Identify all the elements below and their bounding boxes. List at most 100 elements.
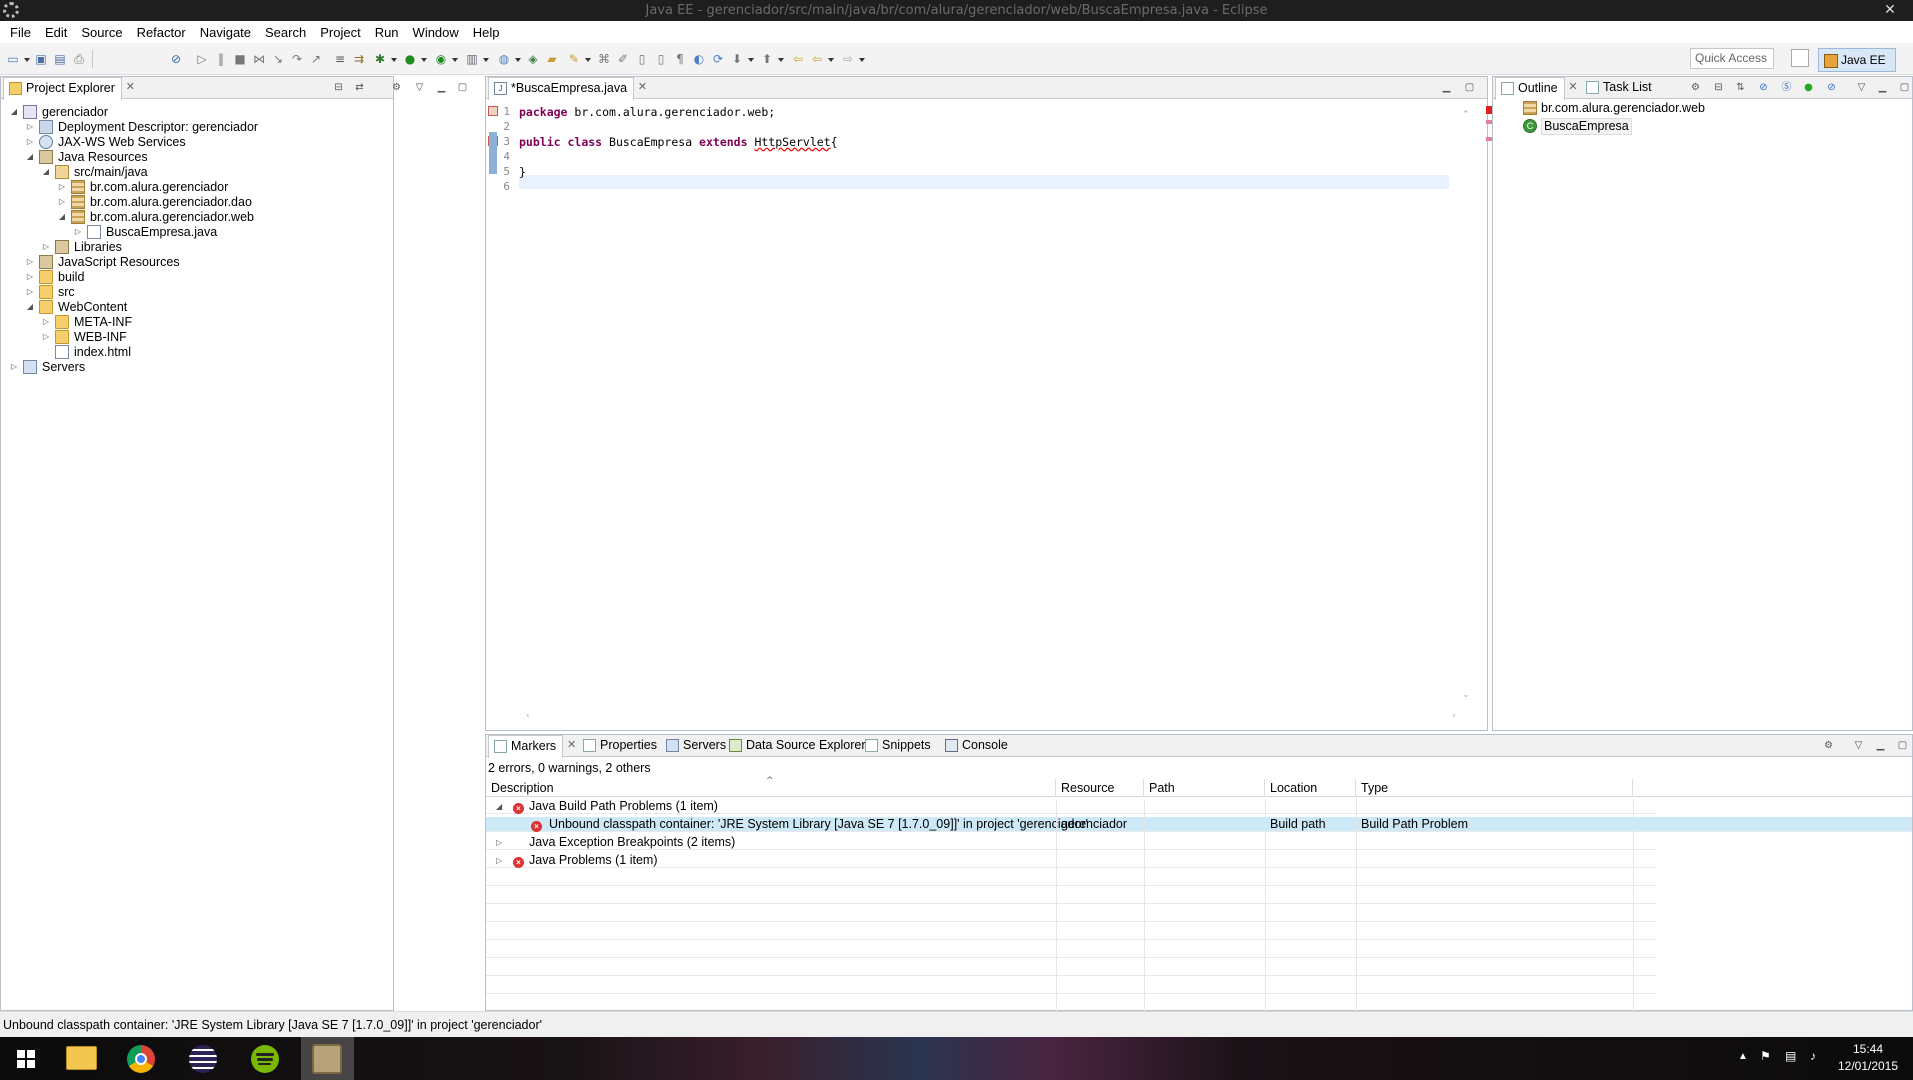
sort-icon[interactable]: ⇅ bbox=[1734, 81, 1747, 94]
tab-buscaempresa-java[interactable]: J *BuscaEmpresa.java ✕ bbox=[488, 77, 647, 100]
menu-file[interactable]: File bbox=[3, 25, 38, 40]
save-all-icon[interactable]: ▤ bbox=[52, 51, 68, 67]
clock-time[interactable]: 15:44 bbox=[1843, 1042, 1893, 1056]
expanded-twisty-icon[interactable]: ◢ bbox=[25, 298, 35, 316]
last-edit-location-icon[interactable]: ⇦ bbox=[790, 51, 806, 67]
external-tools-icon[interactable]: ◍ bbox=[496, 51, 521, 67]
minimize-icon[interactable]: ▁ bbox=[1874, 739, 1887, 752]
menu-window[interactable]: Window bbox=[406, 25, 466, 40]
close-icon[interactable]: ✕ bbox=[638, 80, 647, 93]
tab-markers[interactable]: Markers ✕ bbox=[488, 735, 576, 758]
tab-console[interactable]: Console bbox=[940, 735, 1014, 757]
show-whitespace-icon[interactable]: ¶ bbox=[672, 51, 688, 67]
collapsed-twisty-icon[interactable]: ▷ bbox=[496, 853, 502, 868]
back-icon[interactable]: ⇦ bbox=[809, 51, 834, 67]
link-with-editor-icon[interactable]: ⇄ bbox=[353, 81, 366, 94]
view-settings-icon[interactable]: ⚙ bbox=[1822, 739, 1835, 752]
menu-help[interactable]: Help bbox=[466, 25, 507, 40]
hide-local-types-icon[interactable]: ⊘ bbox=[1825, 81, 1838, 94]
column-header-location[interactable]: Location bbox=[1265, 779, 1356, 797]
taskbar-chrome[interactable] bbox=[116, 1037, 169, 1080]
action-center-flag-icon[interactable]: ⚑ bbox=[1760, 1049, 1771, 1063]
minimize-icon[interactable]: ▁ bbox=[1876, 81, 1889, 94]
use-step-filters-icon[interactable]: ⇉ bbox=[351, 51, 367, 67]
view-menu-icon[interactable]: ▽ bbox=[413, 81, 426, 94]
taskbar-java-ee-eclipse[interactable] bbox=[301, 1037, 354, 1080]
resume-icon[interactable]: ▷ bbox=[194, 51, 210, 67]
error-marker-icon[interactable] bbox=[488, 106, 498, 116]
expanded-twisty-icon[interactable]: ◢ bbox=[57, 208, 67, 226]
web-browser-icon[interactable]: ◐ bbox=[691, 51, 707, 67]
table-row[interactable]: ◢ × Java Build Path Problems (1 item) bbox=[486, 799, 1656, 817]
collapsed-twisty-icon[interactable]: ▷ bbox=[9, 358, 19, 376]
tab-project-explorer[interactable]: Project Explorer ✕ bbox=[3, 77, 135, 100]
menu-refactor[interactable]: Refactor bbox=[130, 25, 193, 40]
code-line[interactable]: } bbox=[519, 166, 526, 178]
tab-task-list[interactable]: Task List bbox=[1581, 77, 1658, 99]
annotation-icon[interactable]: ⌘ bbox=[596, 51, 612, 67]
open-type-icon[interactable]: ▰ bbox=[544, 51, 560, 67]
forward-icon[interactable]: ⇨ bbox=[840, 51, 865, 67]
menu-navigate[interactable]: Navigate bbox=[193, 25, 258, 40]
open-perspective-icon[interactable] bbox=[1791, 49, 1809, 67]
tab-snippets[interactable]: Snippets bbox=[860, 735, 937, 757]
tab-outline[interactable]: Outline ✕ bbox=[1495, 77, 1578, 100]
pen-icon[interactable]: ✐ bbox=[615, 51, 631, 67]
tab-data-source-explorer[interactable]: Data Source Explorer bbox=[724, 735, 872, 757]
close-icon[interactable]: ✕ bbox=[126, 80, 135, 93]
debug-icon[interactable]: ✱ bbox=[372, 51, 397, 67]
collapsed-twisty-icon[interactable]: ▷ bbox=[41, 328, 51, 346]
toggle-mark-icon[interactable]: ▯ bbox=[634, 51, 650, 67]
save-icon[interactable]: ▣ bbox=[33, 51, 49, 67]
code-editor[interactable]: 1 package br.com.alura.gerenciador.web; 2 3… bbox=[486, 100, 1494, 728]
column-header-path[interactable]: Path bbox=[1144, 779, 1265, 797]
hide-fields-icon[interactable]: ⊘ bbox=[1757, 81, 1770, 94]
drop-frame-icon[interactable]: ≡ bbox=[332, 51, 348, 67]
maximize-icon[interactable]: ▢ bbox=[456, 81, 469, 94]
close-icon[interactable]: ✕ bbox=[567, 738, 576, 751]
menu-run[interactable]: Run bbox=[368, 25, 406, 40]
collapse-all-icon[interactable]: ⊟ bbox=[332, 81, 345, 94]
step-into-icon[interactable]: ↘ bbox=[270, 51, 286, 67]
code-line[interactable]: package br.com.alura.gerenciador.web; bbox=[519, 106, 775, 118]
view-settings-icon[interactable]: ⚙ bbox=[390, 81, 403, 94]
hide-nonpublic-icon[interactable]: ● bbox=[1802, 81, 1815, 94]
expanded-twisty-icon[interactable]: ◢ bbox=[25, 148, 35, 166]
run-icon[interactable]: ● bbox=[402, 51, 427, 67]
table-row[interactable]: ▷ Java Exception Breakpoints (2 items) bbox=[486, 835, 1656, 853]
horizontal-scrollbar[interactable]: ‹ › bbox=[526, 711, 1456, 723]
column-header-type[interactable]: Type bbox=[1356, 779, 1633, 797]
view-menu-icon[interactable]: ▽ bbox=[1855, 81, 1868, 94]
tab-servers[interactable]: Servers bbox=[661, 735, 732, 757]
view-settings-icon[interactable]: ⚙ bbox=[1689, 81, 1702, 94]
menu-project[interactable]: Project bbox=[313, 25, 367, 40]
maximize-icon[interactable]: ▢ bbox=[1896, 739, 1909, 752]
step-return-icon[interactable]: ↗ bbox=[308, 51, 324, 67]
minimize-icon[interactable]: ▁ bbox=[1440, 81, 1453, 94]
view-menu-icon[interactable]: ▽ bbox=[1852, 739, 1865, 752]
block-selection-icon[interactable]: ▯ bbox=[653, 51, 669, 67]
start-button[interactable] bbox=[0, 1037, 53, 1080]
hide-static-icon[interactable]: Ⓢ bbox=[1780, 81, 1793, 94]
terminate-icon[interactable]: ■ bbox=[232, 51, 248, 67]
step-over-icon[interactable]: ↷ bbox=[289, 51, 305, 67]
skip-breakpoints-icon[interactable]: ⊘ bbox=[168, 51, 184, 67]
next-annotation-icon[interactable]: ⬇ bbox=[729, 51, 754, 67]
disconnect-icon[interactable]: ⋈ bbox=[251, 51, 267, 67]
table-row[interactable]: ▷ × Java Problems (1 item) bbox=[486, 853, 1656, 871]
maximize-icon[interactable]: ▢ bbox=[1898, 81, 1911, 94]
code-line[interactable]: public class BuscaEmpresa extends HttpSe… bbox=[519, 136, 838, 148]
collapsed-twisty-icon[interactable]: ▷ bbox=[41, 238, 51, 256]
refresh-icon[interactable]: ⟳ bbox=[710, 51, 726, 67]
close-icon[interactable]: ✕ bbox=[1568, 80, 1577, 93]
taskbar-file-explorer[interactable] bbox=[55, 1037, 108, 1080]
table-row[interactable]: × Unbound classpath container: 'JRE Syste… bbox=[486, 817, 1912, 835]
quick-access-input[interactable]: Quick Access bbox=[1690, 48, 1774, 69]
new-java-project-icon[interactable]: ◈ bbox=[525, 51, 541, 67]
collapsed-twisty-icon[interactable]: ▷ bbox=[496, 835, 502, 850]
column-header-resource[interactable]: Resource bbox=[1056, 779, 1144, 797]
vertical-scrollbar[interactable]: ⌃ ⌄ bbox=[1462, 110, 1474, 700]
new-icon[interactable]: ▭ bbox=[5, 51, 30, 67]
maximize-icon[interactable]: ▢ bbox=[1463, 81, 1476, 94]
collapse-all-icon[interactable]: ⊟ bbox=[1712, 81, 1725, 94]
